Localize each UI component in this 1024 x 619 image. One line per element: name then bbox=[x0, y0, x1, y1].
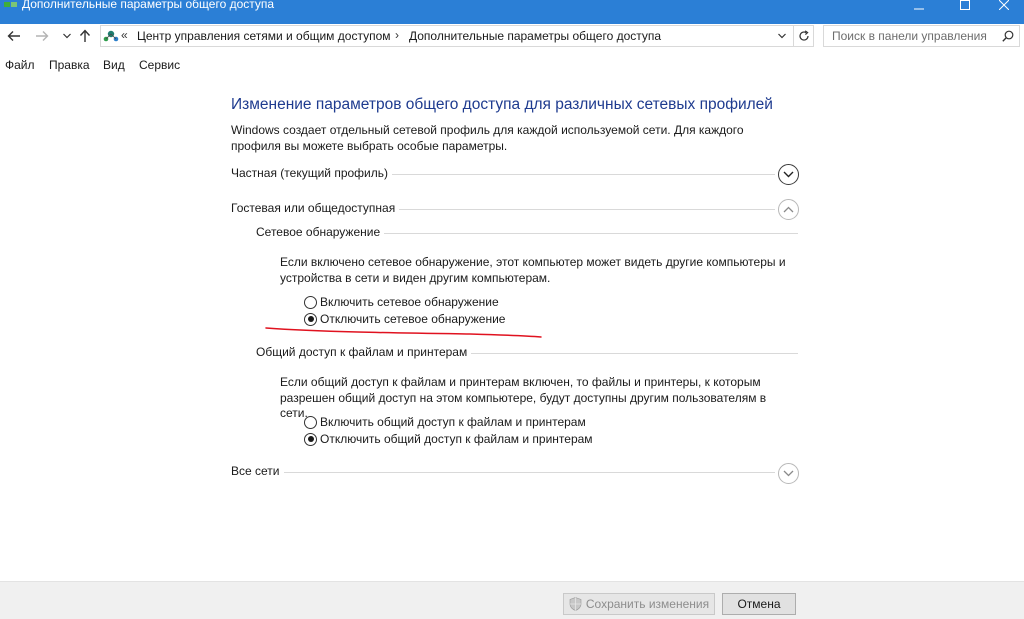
divider bbox=[231, 472, 775, 473]
breadcrumb-separator[interactable]: › bbox=[395, 28, 399, 42]
radio-disable-sharing[interactable]: Отключить общий доступ к файлам и принте… bbox=[304, 431, 593, 447]
chevron-up-icon bbox=[783, 206, 794, 213]
uac-shield-icon bbox=[569, 597, 582, 611]
up-arrow-icon bbox=[79, 29, 91, 42]
profile-private-header[interactable]: Частная (текущий профиль) bbox=[231, 164, 799, 185]
chevron-down-icon bbox=[783, 470, 794, 477]
cancel-label: Отмена bbox=[737, 597, 781, 611]
minimize-button[interactable] bbox=[899, 0, 939, 16]
save-changes-label: Сохранить изменения bbox=[585, 597, 710, 611]
radio-button[interactable] bbox=[304, 295, 317, 309]
minimize-icon bbox=[914, 8, 924, 10]
radio-button[interactable] bbox=[304, 415, 317, 429]
page-title: Изменение параметров общего доступа для … bbox=[231, 96, 773, 113]
refresh-button[interactable] bbox=[793, 26, 813, 46]
red-underline-annotation bbox=[265, 327, 542, 338]
network-discovery-heading: Сетевое обнаружение bbox=[256, 225, 385, 239]
expand-all-networks-button[interactable] bbox=[778, 463, 799, 484]
maximize-button[interactable] bbox=[945, 0, 985, 16]
maximize-icon bbox=[960, 0, 970, 10]
cancel-button[interactable]: Отмена bbox=[722, 593, 796, 615]
close-button[interactable] bbox=[984, 0, 1024, 16]
menu-file[interactable]: Файл bbox=[5, 58, 35, 72]
back-arrow-icon bbox=[7, 31, 20, 41]
menu-view[interactable]: Вид bbox=[103, 58, 125, 72]
forward-arrow-icon bbox=[36, 31, 49, 41]
breadcrumb-network-center[interactable]: Центр управления сетями и общим доступом bbox=[137, 29, 391, 43]
profile-all-networks-label: Все сети bbox=[231, 464, 284, 478]
intro-text: Windows создает отдельный сетевой профил… bbox=[231, 123, 744, 153]
collapse-guest-button[interactable] bbox=[778, 199, 799, 220]
breadcrumb-advanced-sharing[interactable]: Дополнительные параметры общего доступа bbox=[409, 29, 661, 43]
window-title: Дополнительные параметры общего доступа bbox=[22, 0, 275, 11]
radio-label: Включить общий доступ к файлам и принтер… bbox=[320, 415, 586, 429]
search-input[interactable] bbox=[824, 26, 999, 46]
chevron-down-icon bbox=[63, 33, 71, 39]
recent-locations-button[interactable] bbox=[58, 27, 76, 45]
navigation-bar: « Центр управления сетями и общим доступ… bbox=[0, 24, 1024, 49]
radio-label: Отключить сетевое обнаружение bbox=[320, 312, 506, 326]
search-box[interactable] bbox=[823, 25, 1020, 47]
menu-edit[interactable]: Правка bbox=[49, 58, 90, 72]
chevron-down-icon bbox=[778, 33, 786, 39]
address-bar[interactable]: « Центр управления сетями и общим доступ… bbox=[100, 25, 814, 47]
menu-tools[interactable]: Сервис bbox=[139, 58, 180, 72]
radio-enable-discovery[interactable]: Включить сетевое обнаружение bbox=[304, 294, 499, 310]
radio-label: Отключить общий доступ к файлам и принте… bbox=[320, 432, 593, 446]
profile-guest-header[interactable]: Гостевая или общедоступная bbox=[231, 199, 799, 220]
radio-button-selected[interactable] bbox=[304, 432, 317, 446]
control-panel-network-icon bbox=[103, 30, 119, 42]
forward-button[interactable] bbox=[33, 27, 51, 45]
network-icon bbox=[4, 2, 17, 7]
up-button[interactable] bbox=[76, 27, 94, 45]
radio-button-selected[interactable] bbox=[304, 312, 317, 326]
menu-bar: Файл Правка Вид Сервис bbox=[0, 55, 1024, 75]
file-sharing-heading: Общий доступ к файлам и принтерам bbox=[256, 345, 472, 359]
footer-bar: Сохранить изменения Отмена bbox=[0, 581, 1024, 619]
save-changes-button[interactable]: Сохранить изменения bbox=[563, 593, 715, 615]
file-sharing-header: Общий доступ к файлам и принтерам bbox=[256, 345, 798, 361]
profile-private-label: Частная (текущий профиль) bbox=[231, 166, 393, 180]
profile-all-networks-header[interactable]: Все сети bbox=[231, 463, 799, 484]
search-icon bbox=[1002, 30, 1014, 42]
address-history-button[interactable] bbox=[772, 26, 792, 46]
network-discovery-header: Сетевое обнаружение bbox=[256, 225, 798, 241]
radio-disable-discovery[interactable]: Отключить сетевое обнаружение bbox=[304, 311, 505, 327]
refresh-icon bbox=[798, 30, 809, 41]
chevron-down-icon bbox=[783, 171, 794, 178]
network-discovery-description: Если включено сетевое обнаружение, этот … bbox=[280, 255, 786, 285]
radio-label: Включить сетевое обнаружение bbox=[320, 295, 499, 309]
back-button[interactable] bbox=[5, 27, 23, 45]
radio-enable-sharing[interactable]: Включить общий доступ к файлам и принтер… bbox=[304, 414, 586, 430]
profile-guest-label: Гостевая или общедоступная bbox=[231, 201, 400, 215]
breadcrumb-overflow[interactable]: « bbox=[121, 28, 128, 42]
close-icon bbox=[999, 0, 1009, 10]
title-bar[interactable]: Дополнительные параметры общего доступа bbox=[0, 0, 1024, 24]
expand-private-button[interactable] bbox=[778, 164, 799, 185]
